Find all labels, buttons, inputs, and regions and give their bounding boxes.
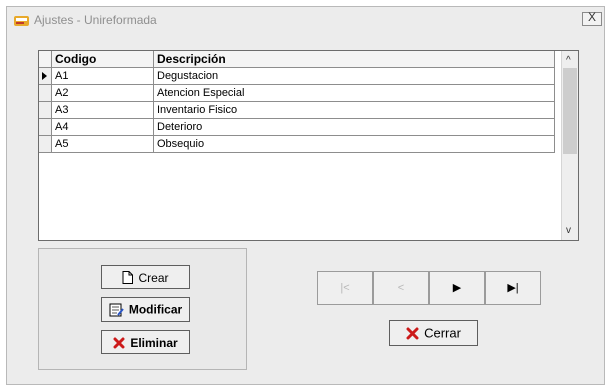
- cell-codigo[interactable]: A4: [52, 119, 154, 136]
- row-selector[interactable]: [39, 85, 52, 102]
- record-pointer-icon: [42, 72, 47, 80]
- cell-codigo[interactable]: A3: [52, 102, 154, 119]
- modificar-button[interactable]: Modificar: [101, 297, 190, 322]
- crear-button[interactable]: Crear: [101, 265, 190, 289]
- last-record-button[interactable]: ▶|: [485, 271, 541, 305]
- close-button[interactable]: X: [582, 10, 602, 26]
- cell-descripcion[interactable]: Degustacion: [154, 68, 555, 85]
- modificar-button-label: Modificar: [128, 302, 183, 317]
- cell-descripcion[interactable]: Atencion Especial: [154, 85, 555, 102]
- delete-x-icon: [113, 337, 125, 349]
- cell-descripcion[interactable]: Inventario Fisico: [154, 102, 555, 119]
- row-selector[interactable]: [39, 68, 52, 85]
- table-row[interactable]: A4 Deterioro: [39, 119, 555, 136]
- window-title: Ajustes - Unireformada: [34, 13, 157, 27]
- scrollbar-thumb[interactable]: [563, 68, 577, 154]
- edit-document-icon: [109, 303, 124, 317]
- close-icon: X: [588, 10, 597, 24]
- vertical-scrollbar[interactable]: ^ v: [561, 51, 578, 240]
- ajustes-window: Ajustes - Unireformada X Codigo Descripc…: [6, 6, 605, 385]
- cell-descripcion[interactable]: Deterioro: [154, 119, 555, 136]
- cell-descripcion[interactable]: Obsequio: [154, 136, 555, 153]
- row-selector[interactable]: [39, 119, 52, 136]
- row-selector[interactable]: [39, 136, 52, 153]
- ajustes-grid[interactable]: Codigo Descripción A1 Degustacion A2 Ate…: [38, 50, 579, 241]
- scroll-down-arrow-icon[interactable]: v: [566, 225, 571, 236]
- title-bar: Ajustes - Unireformada X: [7, 7, 604, 33]
- row-selector[interactable]: [39, 102, 52, 119]
- eliminar-button[interactable]: Eliminar: [101, 330, 190, 354]
- grid-header-row: Codigo Descripción: [39, 51, 555, 68]
- first-record-button[interactable]: |<: [317, 271, 373, 305]
- previous-record-button[interactable]: <: [373, 271, 429, 305]
- close-x-icon: [406, 327, 419, 340]
- table-row[interactable]: A3 Inventario Fisico: [39, 102, 555, 119]
- table-row[interactable]: A5 Obsequio: [39, 136, 555, 153]
- scroll-up-arrow-icon[interactable]: ^: [566, 55, 571, 66]
- cerrar-button[interactable]: Cerrar: [389, 320, 478, 346]
- eliminar-button-label: Eliminar: [130, 335, 178, 350]
- app-icon: [14, 16, 29, 26]
- cerrar-button-label: Cerrar: [424, 325, 461, 341]
- next-record-button[interactable]: ▶: [429, 271, 485, 305]
- cell-codigo[interactable]: A2: [52, 85, 154, 102]
- cell-codigo[interactable]: A1: [52, 68, 154, 85]
- crear-button-label: Crear: [138, 270, 169, 285]
- table-row[interactable]: A2 Atencion Especial: [39, 85, 555, 102]
- header-selector-cell: [39, 51, 52, 68]
- cell-codigo[interactable]: A5: [52, 136, 154, 153]
- column-header-codigo[interactable]: Codigo: [52, 51, 154, 68]
- column-header-descripcion[interactable]: Descripción: [154, 51, 555, 68]
- table-row[interactable]: A1 Degustacion: [39, 68, 555, 85]
- new-document-icon: [122, 271, 134, 285]
